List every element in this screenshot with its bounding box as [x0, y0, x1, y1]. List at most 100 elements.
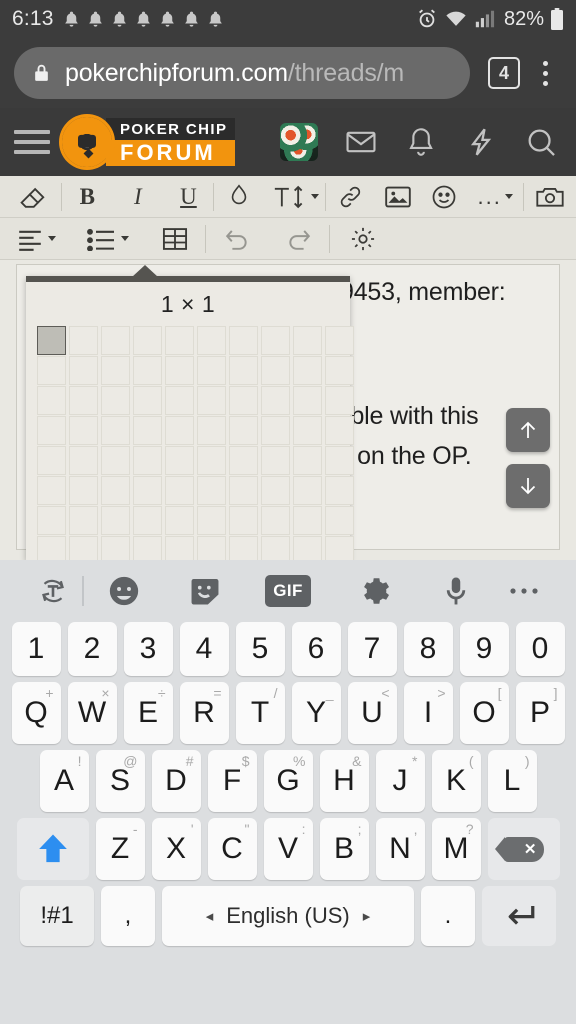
key-r[interactable]: = R — [179, 682, 229, 744]
grid-cell[interactable] — [37, 416, 66, 445]
key-y[interactable]: _ Y — [291, 682, 341, 744]
comma-key[interactable]: , — [101, 886, 155, 946]
font-size-button[interactable] — [264, 176, 327, 218]
key-m[interactable]: ? M — [431, 818, 481, 880]
gif-icon[interactable]: GIF — [245, 575, 331, 607]
table-size-grid[interactable] — [26, 326, 354, 565]
key-3[interactable]: 3 — [123, 622, 173, 676]
key-c[interactable]: " C — [207, 818, 257, 880]
grid-cell[interactable] — [69, 326, 98, 355]
grid-cell[interactable] — [69, 506, 98, 535]
grid-cell[interactable] — [325, 386, 354, 415]
key-7[interactable]: 7 — [347, 622, 397, 676]
grid-cell[interactable] — [69, 356, 98, 385]
grid-cell[interactable] — [293, 386, 322, 415]
key-f[interactable]: $ F — [207, 750, 257, 812]
grid-cell[interactable] — [197, 386, 226, 415]
key-o[interactable]: [O — [459, 682, 509, 744]
grid-cell[interactable] — [69, 386, 98, 415]
grid-cell[interactable] — [293, 416, 322, 445]
mail-icon[interactable] — [344, 125, 378, 159]
text-color-button[interactable] — [214, 176, 265, 218]
grid-cell[interactable] — [261, 416, 290, 445]
grid-cell[interactable] — [293, 446, 322, 475]
insert-table-button[interactable] — [144, 218, 206, 260]
key-p[interactable]: ] P — [515, 682, 565, 744]
remove-format-button[interactable] — [0, 176, 62, 218]
grid-cell[interactable] — [325, 326, 354, 355]
link-button[interactable] — [326, 176, 375, 218]
list-button[interactable] — [70, 218, 144, 260]
key-n[interactable]: ,N — [375, 818, 425, 880]
grid-cell[interactable] — [261, 476, 290, 505]
grid-cell[interactable] — [165, 506, 194, 535]
text-rotate-icon[interactable] — [24, 574, 82, 608]
align-button[interactable] — [0, 218, 70, 260]
bell-icon[interactable] — [404, 125, 438, 159]
grid-cell[interactable] — [69, 446, 98, 475]
grid-cell[interactable] — [165, 416, 194, 445]
grid-cell[interactable] — [133, 386, 162, 415]
undo-button[interactable] — [206, 218, 268, 260]
scroll-up-button[interactable] — [506, 408, 550, 452]
grid-cell[interactable] — [293, 356, 322, 385]
grid-cell[interactable] — [133, 506, 162, 535]
table-size-picker-popup[interactable]: 1 × 1 — [26, 265, 354, 565]
key-d[interactable]: # D — [151, 750, 201, 812]
tab-count-button[interactable]: 4 — [488, 57, 520, 89]
key-l[interactable]: ) L — [487, 750, 537, 812]
grid-cell[interactable] — [133, 476, 162, 505]
key-i[interactable]: > I — [403, 682, 453, 744]
emoji-icon[interactable] — [84, 574, 165, 608]
grid-cell[interactable] — [261, 356, 290, 385]
key-2[interactable]: 2 — [67, 622, 117, 676]
grid-cell[interactable] — [197, 446, 226, 475]
underline-button[interactable]: U — [163, 176, 214, 218]
key-4[interactable]: 4 — [179, 622, 229, 676]
key-w[interactable]: × W — [67, 682, 117, 744]
key-5[interactable]: 5 — [235, 622, 285, 676]
key-6[interactable]: 6 — [291, 622, 341, 676]
prev-language-arrow[interactable]: ◂ — [206, 907, 214, 925]
grid-cell[interactable] — [261, 386, 290, 415]
grid-cell[interactable] — [101, 386, 130, 415]
grid-cell[interactable] — [165, 326, 194, 355]
grid-cell[interactable] — [229, 356, 258, 385]
grid-cell[interactable] — [101, 446, 130, 475]
grid-cell[interactable] — [101, 326, 130, 355]
key-z[interactable]: -Z — [95, 818, 145, 880]
grid-cell[interactable] — [133, 446, 162, 475]
redo-button[interactable] — [268, 218, 330, 260]
grid-cell[interactable] — [261, 326, 290, 355]
grid-cell[interactable] — [197, 416, 226, 445]
grid-cell[interactable] — [69, 476, 98, 505]
key-s[interactable]: @ S — [95, 750, 145, 812]
key-k[interactable]: (K — [431, 750, 481, 812]
grid-cell[interactable] — [133, 416, 162, 445]
next-language-arrow[interactable]: ▸ — [363, 907, 371, 925]
grid-cell[interactable] — [101, 416, 130, 445]
grid-cell[interactable] — [325, 356, 354, 385]
grid-cell[interactable] — [69, 416, 98, 445]
hamburger-icon[interactable] — [14, 130, 50, 154]
insert-image-button[interactable] — [375, 176, 421, 218]
microphone-icon[interactable] — [415, 574, 496, 608]
grid-cell[interactable] — [165, 446, 194, 475]
key-u[interactable]: < U — [347, 682, 397, 744]
grid-cell[interactable] — [325, 476, 354, 505]
more-icon[interactable] — [496, 585, 552, 597]
grid-cell[interactable] — [325, 446, 354, 475]
grid-cell[interactable] — [37, 326, 66, 355]
key-0[interactable]: 0 — [515, 622, 565, 676]
key-b[interactable]: ; B — [319, 818, 369, 880]
grid-cell[interactable] — [37, 356, 66, 385]
user-avatar[interactable] — [280, 123, 318, 161]
grid-cell[interactable] — [165, 476, 194, 505]
grid-cell[interactable] — [101, 476, 130, 505]
grid-cell[interactable] — [165, 386, 194, 415]
grid-cell[interactable] — [133, 356, 162, 385]
key-h[interactable]: & H — [319, 750, 369, 812]
scroll-down-button[interactable] — [506, 464, 550, 508]
space-key[interactable]: ◂ English (US) ▸ — [162, 886, 414, 946]
grid-cell[interactable] — [293, 476, 322, 505]
